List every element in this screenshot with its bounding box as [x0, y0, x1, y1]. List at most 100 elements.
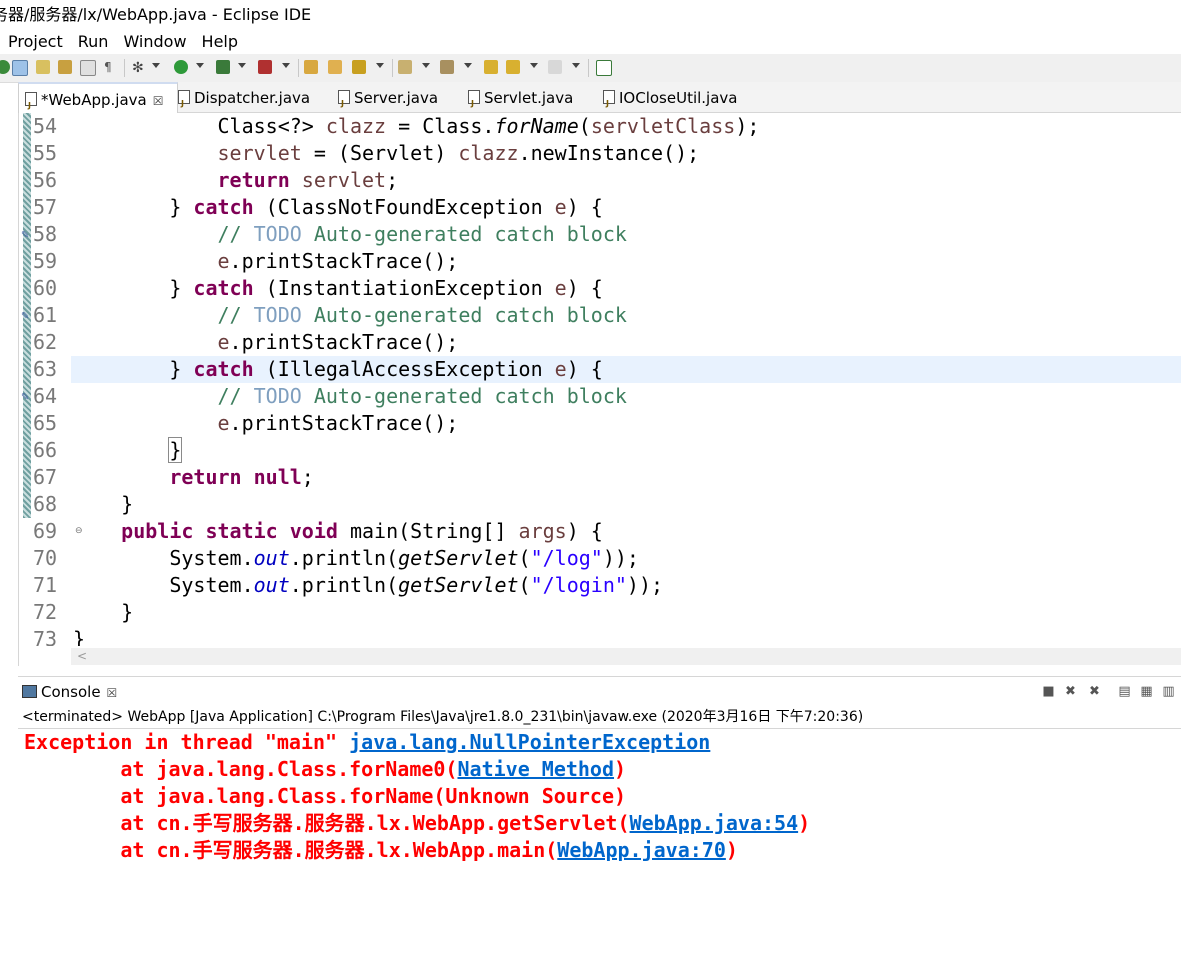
- line-number: 55: [33, 141, 58, 165]
- external-tools-dropdown-icon[interactable]: [282, 63, 290, 68]
- pin-editor-icon[interactable]: [596, 60, 612, 76]
- previous-edit-dropdown-icon[interactable]: [464, 63, 472, 68]
- close-icon[interactable]: ☒: [107, 686, 118, 700]
- console-view-header: Console ☒ ■ ✖ ✖ ▤ ▦ ▥: [18, 676, 1181, 707]
- main-toolbar: ¶ ✻: [0, 54, 1181, 83]
- mark-occurrences-icon[interactable]: [12, 60, 28, 76]
- console-line: at java.lang.Class.forName0(Native Metho…: [24, 757, 627, 781]
- toggle-breadcrumb-icon[interactable]: [58, 60, 72, 74]
- clear-console-icon[interactable]: ▤: [1118, 685, 1131, 698]
- menu-bar: Project Run Window Help: [0, 30, 1181, 54]
- tab-ioclose-util-java[interactable]: IOCloseUtil.java: [603, 82, 737, 120]
- console-line: at cn.手写服务器.服务器.lx.WebApp.getServlet(Web…: [24, 811, 811, 835]
- code-line-56: return servlet;: [217, 168, 399, 192]
- source-link-70[interactable]: WebApp.java:70: [557, 838, 726, 862]
- next-edit-dropdown-icon[interactable]: [422, 63, 430, 68]
- java-file-icon: [468, 88, 480, 120]
- run-dropdown-icon[interactable]: [196, 63, 204, 68]
- coverage-dropdown-icon[interactable]: [238, 63, 246, 68]
- scroll-left-icon[interactable]: <: [77, 649, 87, 663]
- horizontal-scrollbar[interactable]: <: [71, 648, 1181, 665]
- console-line: at cn.手写服务器.服务器.lx.WebApp.main(WebApp.ja…: [24, 838, 738, 862]
- line-number: 59: [33, 249, 58, 273]
- code-line-60: } catch (InstantiationException e) {: [169, 276, 603, 300]
- line-number: 61: [33, 303, 58, 327]
- search-icon[interactable]: [352, 60, 366, 74]
- tab-webapp-java[interactable]: *WebApp.java☒: [18, 82, 178, 122]
- remove-launch-icon[interactable]: ✖: [1064, 685, 1077, 698]
- forward-icon[interactable]: [548, 60, 562, 74]
- external-tools-icon[interactable]: [258, 60, 272, 74]
- java-file-icon: [178, 88, 190, 120]
- tab-server-java[interactable]: Server.java: [338, 82, 438, 120]
- back-dropdown-icon[interactable]: [530, 63, 538, 68]
- next-edit-icon[interactable]: [398, 60, 412, 74]
- code-line-70: System.out.println(getServlet("/log"));: [169, 546, 639, 570]
- block-selection-icon[interactable]: [80, 60, 96, 76]
- native-method-link[interactable]: Native Method: [457, 757, 614, 781]
- previous-edit-icon[interactable]: [440, 60, 454, 74]
- close-icon[interactable]: ☒: [153, 94, 164, 108]
- line-number: 57: [33, 195, 58, 219]
- code-line-58: // TODO Auto-generated catch block: [217, 222, 627, 246]
- coverage-icon[interactable]: [216, 60, 230, 74]
- menu-project[interactable]: Project: [8, 30, 63, 54]
- scroll-lock-icon[interactable]: ▦: [1140, 685, 1153, 698]
- tab-dispatcher-java[interactable]: Dispatcher.java: [178, 82, 310, 120]
- tab-console[interactable]: Console ☒: [22, 677, 117, 707]
- next-annotation-icon[interactable]: [36, 60, 50, 74]
- remove-all-terminated-icon[interactable]: ✖: [1088, 685, 1101, 698]
- code-line-64: // TODO Auto-generated catch block: [217, 384, 627, 408]
- console-process-status: <terminated> WebApp [Java Application] C…: [18, 706, 1181, 729]
- console-output[interactable]: Exception in thread "main" java.lang.Nul…: [18, 729, 1181, 972]
- java-file-icon: [603, 88, 615, 120]
- line-number: 58: [33, 222, 58, 246]
- code-line-54: Class<?> clazz = Class.forName(servletCl…: [217, 114, 760, 138]
- window-title-bar: 务器/服务器/lx/WebApp.java - Eclipse IDE: [0, 0, 1181, 30]
- debug-dropdown-icon[interactable]: [152, 63, 160, 68]
- pilcrow-icon[interactable]: ¶: [104, 60, 118, 74]
- task-marker-icon[interactable]: ✎: [21, 392, 31, 404]
- editor-tabs: *WebApp.java☒ Dispatcher.java Server.jav…: [18, 82, 1181, 122]
- forward-dropdown-icon[interactable]: [572, 63, 580, 68]
- new-java-project-icon[interactable]: [304, 60, 318, 74]
- code-line-72: }: [121, 600, 134, 624]
- terminate-icon[interactable]: ■: [1042, 685, 1055, 698]
- debug-icon[interactable]: ✻: [132, 60, 146, 76]
- run-last-icon[interactable]: [0, 60, 10, 74]
- line-number: 56: [33, 168, 58, 192]
- line-number: 71: [33, 573, 58, 597]
- word-wrap-icon[interactable]: ▥: [1162, 685, 1175, 698]
- code-line-59: e.printStackTrace();: [217, 249, 459, 273]
- code-line-69: public static void main(String[] args) {: [121, 519, 603, 543]
- window-title: 务器/服务器/lx/WebApp.java - Eclipse IDE: [0, 5, 312, 24]
- console-icon: [22, 685, 37, 698]
- line-number: 60: [33, 276, 58, 300]
- line-number: 62: [33, 330, 58, 354]
- menu-window[interactable]: Window: [123, 30, 186, 54]
- source-link-54[interactable]: WebApp.java:54: [630, 811, 799, 835]
- line-number: 54: [33, 114, 58, 138]
- search-dropdown-icon[interactable]: [376, 63, 384, 68]
- java-file-icon: [338, 88, 350, 120]
- line-number: 69: [33, 519, 58, 543]
- back-icon[interactable]: [506, 60, 520, 74]
- menu-run[interactable]: Run: [78, 30, 109, 54]
- run-icon[interactable]: [174, 60, 188, 74]
- code-line-62: e.printStackTrace();: [217, 330, 459, 354]
- task-marker-icon[interactable]: ✎: [21, 311, 31, 323]
- last-edit-location-icon[interactable]: [484, 60, 498, 74]
- console-line: at java.lang.Class.forName(Unknown Sourc…: [24, 784, 627, 808]
- code-editor[interactable]: ✎ ✎ ✎ 54 55 56 57 58 59 60 61 62 63 64 6…: [18, 113, 1181, 666]
- exception-link[interactable]: java.lang.NullPointerException: [349, 730, 710, 754]
- java-file-icon: [25, 90, 37, 122]
- code-line-57: } catch (ClassNotFoundException e) {: [169, 195, 603, 219]
- task-marker-icon[interactable]: ✎: [21, 230, 31, 242]
- tab-servlet-java[interactable]: Servlet.java: [468, 82, 573, 120]
- open-type-icon[interactable]: [328, 60, 342, 74]
- line-number: 65: [33, 411, 58, 435]
- menu-help[interactable]: Help: [202, 30, 238, 54]
- line-number: 67: [33, 465, 58, 489]
- line-number: 73: [33, 627, 58, 646]
- line-number: 64: [33, 384, 58, 408]
